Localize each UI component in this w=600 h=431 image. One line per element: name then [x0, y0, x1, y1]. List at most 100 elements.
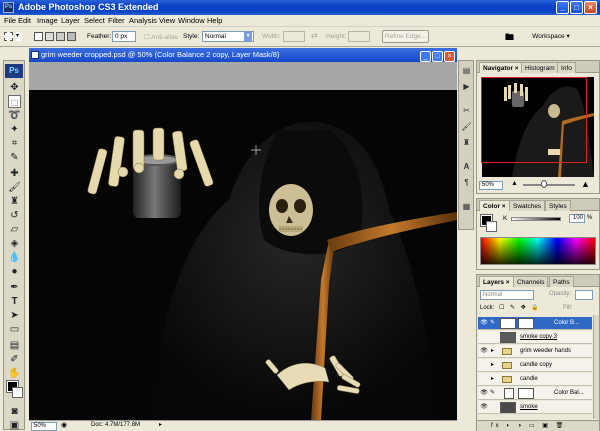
zoom-in-icon[interactable]: ▲ — [581, 179, 590, 189]
clone-source-icon[interactable]: ♜ — [461, 137, 472, 148]
healing-brush-tool-icon[interactable]: ✚ — [8, 167, 21, 180]
preset-dropdown-icon[interactable]: ▾ — [16, 32, 22, 41]
layer-row[interactable]: 👁 ✎ Color B... — [478, 317, 592, 330]
dodge-tool-icon[interactable]: ● — [8, 265, 21, 278]
clone-stamp-tool-icon[interactable]: ♜ — [8, 195, 21, 208]
pen-tool-icon[interactable]: ✒ — [8, 281, 21, 294]
crop-tool-icon[interactable]: ⌗ — [8, 137, 21, 150]
feather-input[interactable]: 0 px — [112, 31, 136, 42]
eye-icon[interactable] — [480, 375, 488, 383]
navigator-view-box[interactable] — [481, 77, 587, 163]
notes-tool-icon[interactable]: ▤ — [8, 339, 21, 352]
eye-icon[interactable]: 👁 — [480, 403, 488, 411]
antialias-checkbox[interactable]: ☐ Anti-alias — [144, 33, 178, 41]
doc-maximize-button[interactable]: □ — [432, 51, 443, 62]
brush-tool-icon[interactable]: 🖌 — [8, 181, 21, 194]
brushes-panel-icon[interactable]: 🖌 — [461, 121, 472, 132]
menu-analysis[interactable]: Analysis — [129, 16, 157, 25]
paint-bucket-tool-icon[interactable]: ◈ — [8, 237, 21, 250]
tab-info[interactable]: Info — [557, 62, 576, 73]
navigator-zoom-field[interactable]: 50% — [479, 181, 503, 190]
eye-icon[interactable]: 👁 — [480, 319, 488, 327]
zoom-field[interactable]: 50% — [31, 422, 57, 431]
menu-select[interactable]: Select — [84, 16, 105, 25]
tab-swatches[interactable]: Swatches — [509, 200, 546, 211]
blend-mode-select[interactable]: Normal — [480, 290, 534, 300]
expand-arrow-icon[interactable]: ▸ — [491, 361, 494, 368]
status-arrow-icon[interactable]: ▸ — [159, 421, 162, 428]
character-panel-icon[interactable]: A — [461, 161, 472, 172]
image-canvas[interactable] — [29, 90, 457, 420]
maximize-button[interactable]: □ — [570, 1, 583, 14]
zoom-slider-track[interactable] — [523, 184, 575, 186]
doc-close-button[interactable]: × — [444, 51, 455, 62]
menu-file[interactable]: File — [4, 16, 16, 25]
tab-histogram[interactable]: Histogram — [521, 62, 559, 73]
color-background-swatch[interactable] — [486, 221, 497, 232]
tab-channels[interactable]: Channels — [513, 276, 549, 287]
new-selection-icon[interactable] — [34, 32, 43, 41]
menu-layer[interactable]: Layer — [61, 16, 80, 25]
eraser-tool-icon[interactable]: ▱ — [8, 223, 21, 236]
opacity-input[interactable] — [575, 290, 593, 300]
tab-layers[interactable]: Layers × — [479, 276, 514, 287]
marquee-tool-icon[interactable]: ⬚ — [8, 95, 21, 108]
tool-presets-icon[interactable]: ✂ — [461, 105, 472, 116]
workspace-button[interactable]: Workspace ▾ — [525, 30, 577, 43]
slice-tool-icon[interactable]: ✎ — [8, 151, 21, 164]
layer-mask-thumbnail[interactable] — [518, 318, 534, 329]
lock-icons[interactable]: ☐ ✎ ✥ 🔒 — [499, 304, 541, 311]
path-selection-tool-icon[interactable]: ➤ — [8, 309, 21, 322]
tab-navigator[interactable]: Navigator × — [479, 62, 523, 73]
menu-filter[interactable]: Filter — [108, 16, 125, 25]
hand-tool-icon[interactable]: ✋ — [8, 367, 21, 380]
doc-minimize-button[interactable]: _ — [420, 51, 431, 62]
layer-mask-thumbnail[interactable] — [518, 388, 534, 399]
expand-arrow-icon[interactable]: ▸ — [491, 375, 494, 382]
eye-icon[interactable]: 👁 — [480, 389, 488, 397]
document-title-bar[interactable]: grim weeder cropped.psd @ 50% (Color Bal… — [29, 48, 457, 62]
history-panel-icon[interactable]: ▤ — [461, 65, 472, 76]
layer-row[interactable]: ▸ candle — [478, 373, 592, 386]
subtract-selection-icon[interactable] — [56, 32, 65, 41]
style-select[interactable]: Normal ▾ — [202, 31, 254, 42]
actions-panel-icon[interactable]: ▶ — [461, 81, 472, 92]
layer-row[interactable]: 👁 ▸ grim weeder hands — [478, 345, 592, 358]
layer-row[interactable]: 👁 smoke — [478, 401, 592, 414]
magic-wand-tool-icon[interactable]: ✦ — [8, 123, 21, 136]
eyedropper-tool-icon[interactable]: ✐ — [8, 353, 21, 366]
menu-image[interactable]: Image — [37, 16, 58, 25]
color-ramp[interactable] — [480, 237, 596, 265]
lasso-tool-icon[interactable]: ➰ — [8, 109, 21, 122]
photoshop-logo[interactable]: Ps — [5, 64, 23, 78]
menu-edit[interactable]: Edit — [18, 16, 31, 25]
type-tool-icon[interactable]: T — [8, 295, 21, 308]
refine-edge-button[interactable]: Refine Edge... — [382, 30, 429, 43]
layer-row[interactable]: ▸ candle copy — [478, 359, 592, 372]
k-value-input[interactable]: 100 — [569, 214, 585, 223]
layer-row[interactable]: 👁 ✎ Color Bal... — [478, 387, 592, 400]
quick-mask-icon[interactable]: ◙ — [8, 405, 21, 418]
width-input[interactable] — [283, 31, 305, 42]
k-slider[interactable] — [511, 217, 561, 221]
expand-arrow-icon[interactable]: ▸ — [491, 347, 494, 354]
layer-comps-icon[interactable]: ▦ — [461, 201, 472, 212]
paragraph-panel-icon[interactable]: ¶ — [461, 177, 472, 188]
close-button[interactable]: × — [584, 1, 597, 14]
eye-icon[interactable] — [480, 361, 488, 369]
history-brush-tool-icon[interactable]: ↺ — [8, 209, 21, 222]
height-input[interactable] — [348, 31, 370, 42]
menu-view[interactable]: View — [159, 16, 175, 25]
tab-styles[interactable]: Styles — [545, 200, 571, 211]
add-to-selection-icon[interactable] — [45, 32, 54, 41]
eye-icon[interactable] — [480, 333, 488, 341]
menu-help[interactable]: Help — [207, 16, 222, 25]
screen-mode-icon[interactable]: ▣ — [8, 419, 21, 431]
intersect-selection-icon[interactable] — [67, 32, 76, 41]
zoom-out-icon[interactable]: ▲ — [511, 180, 518, 187]
tab-paths[interactable]: Paths — [549, 276, 574, 287]
zoom-slider-thumb[interactable] — [541, 180, 547, 188]
layers-scrollbar[interactable] — [593, 315, 599, 419]
tab-color[interactable]: Color × — [479, 200, 510, 211]
rect-marquee-preset-icon[interactable] — [4, 32, 13, 41]
